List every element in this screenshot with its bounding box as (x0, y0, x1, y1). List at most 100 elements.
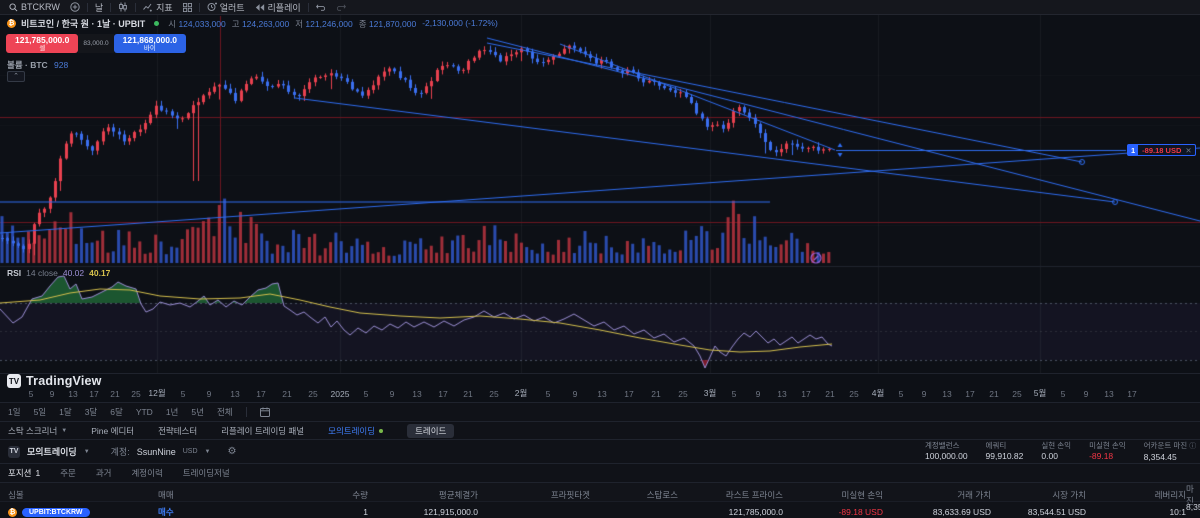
position-avg-price: 121,915,000.0 (368, 507, 478, 517)
time-axis-tick: 9 (390, 389, 395, 399)
tradingview-logo-icon: TV (7, 374, 21, 388)
tradingview-watermark-text: TradingView (26, 374, 102, 388)
indicators-button[interactable]: 지표 (138, 0, 178, 14)
candlestick-icon (118, 2, 128, 12)
toolbar-separator (199, 3, 200, 12)
time-axis-tick: 17 (438, 389, 447, 399)
broker-title[interactable]: 모의트레이딩 (27, 445, 77, 458)
replay-button[interactable]: 리플레이 (250, 0, 306, 14)
spread-value: 83,000.0 (78, 34, 113, 53)
rsi-title: RSI (7, 268, 21, 278)
time-axis-tick: 25 (308, 389, 317, 399)
range-3m[interactable]: 3달 (85, 406, 98, 418)
tab-pine-editor[interactable]: Pine 에디터 (91, 425, 134, 437)
positions-table-header: 심볼 매매 수량 평균체결가 프라핏타겟 스탑로스 라스트 프라이스 미실현 손… (0, 482, 1200, 501)
range-ytd[interactable]: YTD (136, 407, 153, 417)
time-axis-tick: 13 (68, 389, 77, 399)
range-1y[interactable]: 1년 (166, 406, 179, 418)
alert-button[interactable]: 얼러트 (202, 0, 250, 14)
symbol-badge[interactable]: UPBIT:BTCKRW (22, 508, 90, 517)
chevron-down-icon: ▼ (84, 449, 90, 455)
time-axis-tick: 25 (489, 389, 498, 399)
position-last-price: 121,785,000.0 (678, 507, 783, 517)
trading-panel-tabs: 포지션1 주문 과거 계정이력 트레이딩저널 (0, 463, 1200, 482)
tab-trading-journal[interactable]: 트레이딩저널 (183, 464, 230, 482)
interval-label: 날 (95, 1, 103, 14)
tab-paper-trading[interactable]: 모의트레이딩 (328, 425, 383, 437)
volume-value: 928 (54, 60, 68, 70)
metric-balance: 계정밸런스100,000.00 (925, 441, 968, 463)
replay-label: 리플레이 (268, 1, 301, 14)
account-label: 계정: (111, 445, 130, 458)
time-axis-tick: 12월 (148, 387, 165, 399)
range-1d[interactable]: 1일 (8, 406, 21, 418)
range-6m[interactable]: 6달 (110, 406, 123, 418)
symbol-name: BTCKRW (21, 2, 60, 12)
indicator-templates-button[interactable] (178, 0, 197, 14)
toolbar-separator (110, 3, 111, 12)
metric-account-margin: 어카운트 마진 ⓘ 8,354.45 (1144, 441, 1197, 463)
chart-style-button[interactable] (113, 0, 133, 14)
time-axis-tick: 5 (899, 389, 904, 399)
market-status-dot (154, 21, 159, 26)
tradingview-watermark: TV TradingView (7, 374, 102, 388)
interval-button[interactable]: 날 (90, 0, 108, 14)
buy-button[interactable]: 121,868,000.0 바이 (114, 34, 186, 53)
buy-label: 바이 (123, 45, 177, 52)
symbol-legend[interactable]: ₿ 비트코인 / 한국 원 · 1날 · UPBIT 시 124,033,000… (7, 17, 498, 30)
time-axis-tick: 9 (573, 389, 578, 399)
calendar-icon[interactable] (260, 407, 270, 417)
volume-legend[interactable]: 볼륨 · BTC 928 (7, 59, 68, 71)
tab-positions[interactable]: 포지션1 (8, 464, 40, 482)
compare-add-symbol-button[interactable] (65, 0, 85, 14)
position-unrealized-pnl: -89.18 USD (783, 507, 883, 517)
chevron-down-icon: ▼ (61, 428, 67, 434)
position-row[interactable]: ₿ UPBIT:BTCKRW 매수 1 121,915,000.0 121,78… (0, 501, 1200, 518)
tab-replay-trading-panel[interactable]: 리플레이 트레이딩 패널 (221, 425, 304, 437)
tab-history[interactable]: 과거 (96, 464, 112, 482)
time-axis-tick: 21 (989, 389, 998, 399)
position-margin: 8,354.45 USD (1186, 502, 1200, 518)
position-close-icon[interactable]: ✕ (1185, 146, 1194, 155)
sell-price: 121,785,000.0 (15, 35, 69, 45)
time-axis-tick: 5 (364, 389, 369, 399)
redo-button[interactable] (331, 0, 351, 14)
range-all[interactable]: 전체 (217, 406, 233, 418)
range-1m[interactable]: 1달 (59, 406, 72, 418)
time-axis-tick: 25 (131, 389, 140, 399)
time-axis-tick: 13 (597, 389, 606, 399)
time-axis-tick: 13 (412, 389, 421, 399)
gear-icon[interactable]: ⚙ (227, 446, 236, 457)
tab-strategy-tester[interactable]: 전략테스터 (158, 425, 197, 437)
time-axis-tick: 2025 (331, 389, 350, 399)
indicators-label: 지표 (156, 1, 173, 14)
time-axis-tick: 17 (1127, 389, 1136, 399)
account-currency: USD (183, 448, 198, 455)
plus-circle-icon (70, 2, 80, 12)
undo-button[interactable] (311, 0, 331, 14)
rsi-legend[interactable]: RSI 14 close 40.02 40.17 (7, 268, 110, 278)
range-5d[interactable]: 5일 (34, 406, 47, 418)
sell-button[interactable]: 121,785,000.0 셀 (6, 34, 78, 53)
info-icon[interactable]: ⓘ (1189, 442, 1196, 452)
tab-account-history[interactable]: 계정이력 (131, 464, 162, 482)
rsi-value: 40.02 (63, 268, 84, 278)
tab-orders[interactable]: 주문 (60, 464, 76, 482)
range-5y[interactable]: 5년 (191, 406, 204, 418)
bottom-panel-tabs: 스탁 스크리너▼ Pine 에디터 전략테스터 리플레이 트레이딩 패널 모의트… (0, 421, 1200, 439)
tab-trade[interactable]: 트레이드 (407, 424, 454, 438)
replay-icon (255, 3, 265, 12)
undo-icon (316, 3, 326, 11)
time-axis[interactable]: 591317212512월5913172125202559131721252월5… (0, 373, 1200, 402)
position-label[interactable]: 1 -89.18 USD ✕ (1127, 144, 1196, 156)
bitcoin-icon: ₿ (7, 19, 16, 28)
tab-stock-screener[interactable]: 스탁 스크리너▼ (8, 425, 67, 437)
legend-collapse-button[interactable]: ⌃ (7, 71, 25, 82)
close-value: 121,870,000 (369, 19, 416, 29)
volume-title: 볼륨 · BTC (7, 60, 48, 70)
symbol-search-button[interactable]: BTCKRW (4, 0, 65, 14)
price-chart-canvas[interactable] (0, 15, 1200, 373)
high-value: 124,263,000 (242, 19, 289, 29)
account-name[interactable]: SsunNine (137, 447, 176, 457)
date-range-toolbar: 1일 5일 1달 3달 6달 YTD 1년 5년 전체 (0, 402, 1200, 421)
